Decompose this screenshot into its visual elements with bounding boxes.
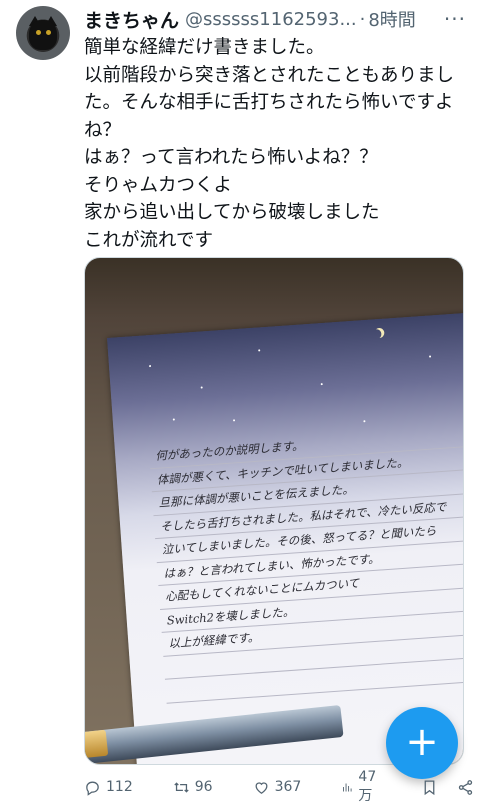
- share-button[interactable]: [457, 779, 479, 796]
- avatar[interactable]: [16, 6, 70, 60]
- bookmark-icon: [424, 779, 435, 795]
- letter-paper: 何があったのか説明します。 体調が悪くて、キッチンで吐いてしまいました。 旦那に…: [107, 310, 463, 764]
- views-count: 47万: [358, 769, 377, 804]
- views-icon: [343, 782, 352, 792]
- display-name[interactable]: まきちゃん: [84, 6, 179, 33]
- bookmark-button[interactable]: [421, 779, 443, 796]
- star: [172, 418, 175, 421]
- like-button[interactable]: 367: [253, 779, 302, 796]
- retweet-icon: [174, 781, 189, 793]
- like-icon: [255, 781, 268, 794]
- tweet-timestamp[interactable]: 8時間: [368, 6, 415, 32]
- reply-count: 112: [106, 779, 133, 795]
- tweet-media-image[interactable]: 何があったのか説明します。 体調が悪くて、キッチンで吐いてしまいました。 旦那に…: [84, 257, 464, 765]
- compose-button[interactable]: +: [386, 707, 458, 779]
- reply-icon: [86, 781, 99, 796]
- share-icon: [458, 779, 473, 795]
- separator-dot: ·: [359, 8, 366, 30]
- avatar-cat-eye: [46, 30, 51, 35]
- star: [232, 419, 236, 422]
- compose-plus-icon: +: [405, 718, 439, 765]
- moon-icon: [371, 329, 382, 340]
- reply-button[interactable]: 112: [84, 779, 133, 796]
- like-count: 367: [274, 779, 302, 795]
- avatar-cat-eye: [36, 30, 41, 35]
- tweet-text: 簡単な経緯だけ書きました。 以前階段から突き落とされたこともありました。そんな相…: [84, 37, 455, 251]
- avatar-cat-head: [29, 20, 57, 50]
- retweet-button[interactable]: 96: [173, 779, 213, 796]
- views-button[interactable]: 47万: [341, 769, 381, 804]
- more-icon[interactable]: ···: [444, 7, 466, 31]
- star: [148, 364, 152, 368]
- tweet-actions: 112 96 367 47万: [84, 769, 474, 804]
- star: [320, 383, 323, 386]
- star: [429, 355, 432, 358]
- letter-lines: 何があったのか説明します。 体調が悪くて、キッチンで吐いてしまいました。 旦那に…: [148, 421, 463, 704]
- pen-nib: [85, 729, 109, 759]
- user-handle[interactable]: @ssssss1162593...: [185, 9, 357, 30]
- star: [200, 386, 203, 389]
- star: [258, 349, 261, 352]
- star: [363, 420, 366, 423]
- retweet-count: 96: [194, 779, 213, 795]
- tweet-header: まきちゃん @ssssss1162593... · 8時間 ···: [84, 6, 468, 33]
